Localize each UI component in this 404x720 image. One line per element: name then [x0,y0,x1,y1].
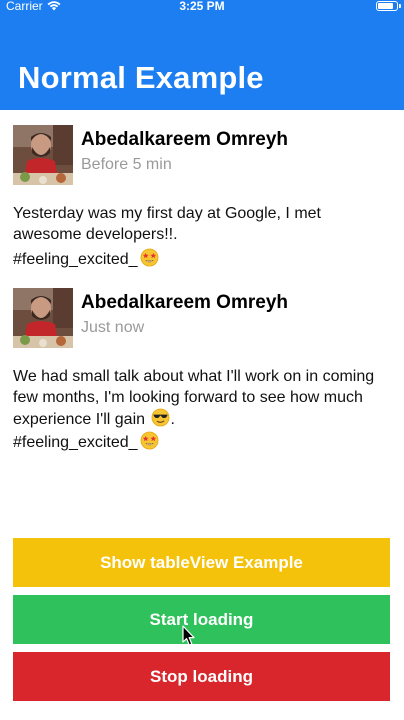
author-name: Abedalkareem Omreyh [81,292,288,313]
post-text: Yesterday was my first day at Google, I … [13,203,393,245]
mouse-pointer-icon [182,625,195,646]
page-title: Normal Example [18,60,264,95]
avatar [13,125,73,185]
star-struck-emoji-icon [140,248,159,267]
battery-icon [376,1,401,11]
post-text-suffix: . [170,411,175,428]
post-tags-text: #feeling_excited_ [13,434,138,451]
post-tags-text: #feeling_excited_ [13,251,138,268]
post-tags: #feeling_excited_ [13,248,159,270]
status-bar: Carrier 3:25 PM [0,0,404,14]
post-text-content: We had small talk about what I'll work o… [13,368,375,428]
post-tags: #feeling_excited_ [13,431,159,453]
sunglasses-emoji-icon [151,408,170,427]
author-name: Abedalkareem Omreyh [81,129,288,150]
status-time: 3:25 PM [179,0,225,13]
star-struck-emoji-icon [140,431,159,450]
show-tableview-example-button[interactable]: Show tableView Example [13,538,390,587]
post-text: We had small talk about what I'll work o… [13,366,393,430]
stop-loading-button[interactable]: Stop loading [13,652,390,701]
avatar [13,288,73,348]
post-time: Just now [81,319,145,336]
post-text-content: Yesterday was my first day at Google, I … [13,205,321,243]
navigation-header: Carrier 3:25 PM Normal Example [0,0,404,110]
post-time: Before 5 min [81,156,172,173]
start-loading-button[interactable]: Start loading [13,595,390,644]
